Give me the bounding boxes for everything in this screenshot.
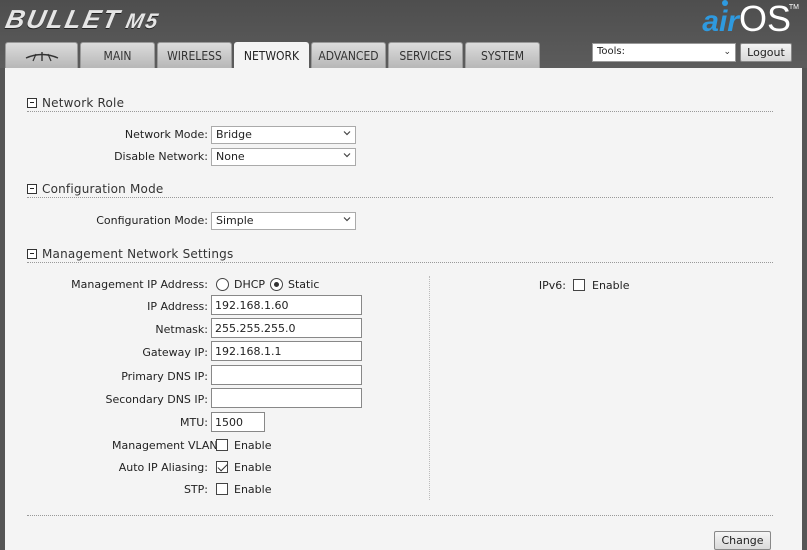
disable-network-value: None [216,150,245,163]
collapse-icon[interactable] [27,183,37,194]
stp-enable-label: Enable [234,483,272,496]
ip-address-field[interactable]: 192.168.1.60 [211,295,362,315]
network-mode-label: Network Mode: [124,128,208,141]
main-tabs: MAIN WIRELESS NETWORK ADVANCED SERVICES … [5,42,542,69]
ipv6-checkbox[interactable] [573,279,585,291]
dhcp-radio[interactable] [216,278,229,291]
management-vlan-label: Management VLAN: [112,439,222,452]
section-title: Network Role [42,95,125,110]
stp-checkbox[interactable] [216,483,228,495]
dhcp-label: DHCP [234,278,266,291]
ubiquiti-logo-icon [25,51,58,61]
management-vlan-checkbox[interactable] [216,439,228,451]
airos-logo: airOS TM [702,0,799,39]
chevron-down-icon [343,131,351,136]
tab-system[interactable]: SYSTEM [465,42,540,68]
collapse-icon[interactable] [27,97,37,108]
auto-ip-aliasing-checkbox[interactable] [216,461,228,473]
primary-dns-label: Primary DNS IP: [121,370,208,383]
stp-label: STP: [183,483,208,496]
netmask-label: Netmask: [155,323,208,336]
secondary-dns-field[interactable] [211,388,362,408]
ip-address-label: IP Address: [147,300,208,313]
auto-ip-aliasing-enable-label: Enable [234,461,272,474]
management-vlan-enable-label: Enable [234,439,272,452]
network-mode-select[interactable]: Bridge [211,126,356,144]
static-radio[interactable] [270,278,283,291]
chevron-down-icon: ⌄ [723,47,731,57]
gateway-ip-label: Gateway IP: [142,346,208,359]
tools-dropdown[interactable]: Tools: ⌄ [592,43,736,62]
settings-panel: Network Role Network Mode: Bridge Disabl… [5,68,802,550]
section-management-network: Management Network Settings [27,245,773,263]
ipv6-enable-label: Enable [592,279,630,292]
static-label: Static [288,278,320,291]
collapse-icon[interactable] [27,248,37,259]
configuration-mode-label: Configuration Mode: [96,214,208,227]
tools-dropdown-value: Tools: [597,46,626,57]
network-mode-value: Bridge [216,128,252,141]
configuration-mode-select[interactable]: Simple [211,212,356,230]
tab-ubiquiti-logo[interactable] [5,42,78,68]
tab-network[interactable]: NETWORK [234,42,309,69]
auto-ip-aliasing-label: Auto IP Aliasing: [118,461,208,474]
tab-advanced[interactable]: ADVANCED [311,42,386,68]
section-title: Configuration Mode [42,181,164,196]
mtu-field[interactable]: 1500 [211,412,265,432]
tab-services[interactable]: SERVICES [388,42,463,68]
ipv6-label: IPv6: [538,279,566,292]
tab-wireless[interactable]: WIRELESS [157,42,232,68]
logout-button[interactable]: Logout [740,43,792,62]
netmask-field[interactable]: 255.255.255.0 [211,318,362,338]
mtu-label: MTU: [180,416,208,429]
primary-dns-field[interactable] [211,365,362,385]
change-button[interactable]: Change [714,531,771,550]
column-divider [429,276,430,500]
section-title: Management Network Settings [42,246,234,261]
chevron-down-icon [343,217,351,222]
tab-main[interactable]: MAIN [80,42,155,68]
chevron-down-icon [343,153,351,158]
disable-network-select[interactable]: None [211,148,356,166]
device-brand: BULLETM5 [2,4,162,34]
section-network-role: Network Role [27,94,773,112]
section-configuration-mode: Configuration Mode [27,180,773,198]
management-ip-label: Management IP Address: [71,278,208,291]
disable-network-label: Disable Network: [114,150,208,163]
configuration-mode-value: Simple [216,214,254,227]
divider [27,515,773,516]
gateway-ip-field[interactable]: 192.168.1.1 [211,341,362,361]
secondary-dns-label: Secondary DNS IP: [105,393,208,406]
